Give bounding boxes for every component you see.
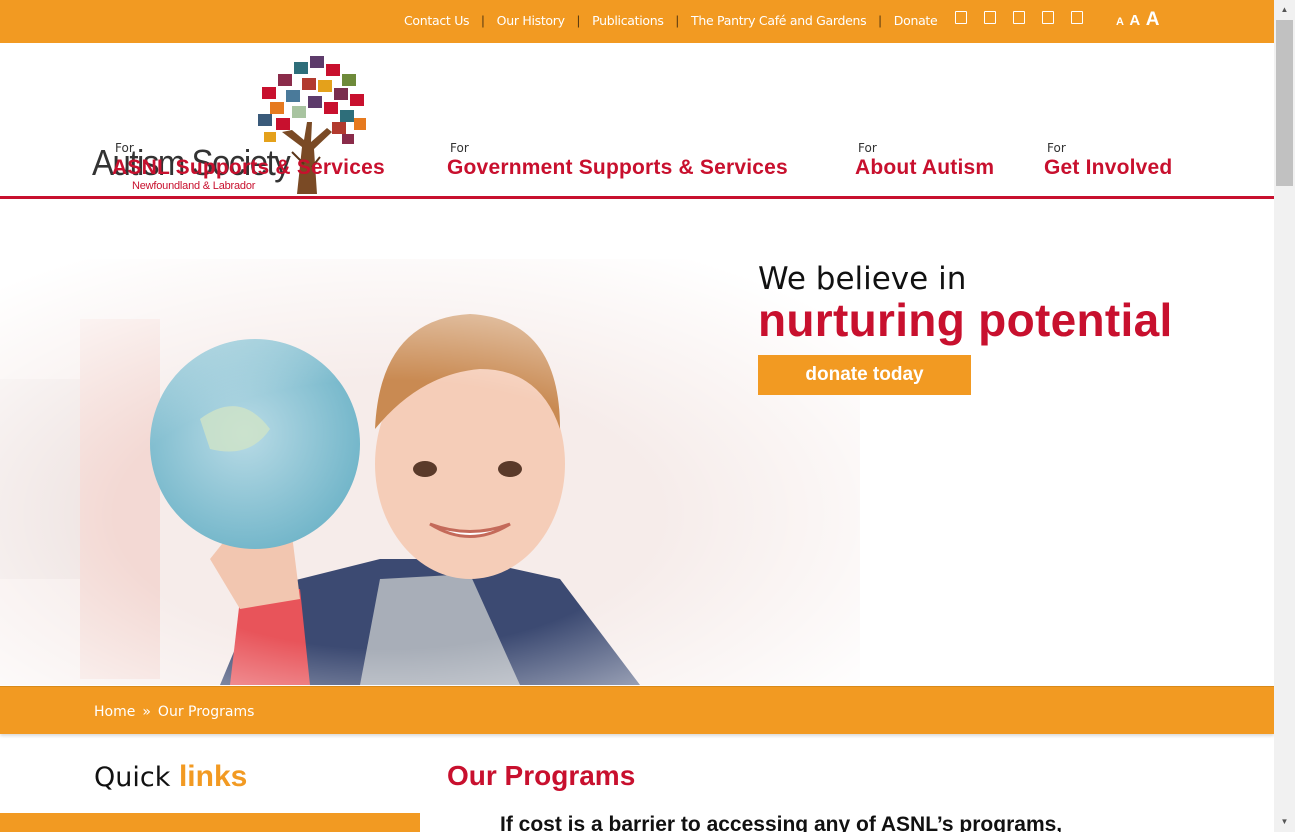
linkedin-icon[interactable] bbox=[1071, 11, 1083, 24]
hero-line-1: We believe in bbox=[758, 261, 967, 297]
font-size-small-button[interactable]: A bbox=[1116, 16, 1124, 28]
quick-links-plain: Quick bbox=[94, 762, 171, 793]
top-utility-bar: Contact Us | Our History | Publications … bbox=[0, 0, 1274, 43]
our-history-link[interactable]: Our History bbox=[497, 13, 565, 28]
nav-get-involved[interactable]: For Get Involved bbox=[1044, 141, 1172, 180]
intro-text: If cost is a barrier to accessing any of… bbox=[500, 813, 1063, 832]
pantry-cafe-link[interactable]: The Pantry Café and Gardens bbox=[691, 13, 867, 28]
nav-label: Get Involved bbox=[1044, 156, 1173, 179]
youtube-icon[interactable] bbox=[1042, 11, 1054, 24]
scroll-thumb[interactable] bbox=[1276, 20, 1293, 186]
scroll-up-arrow-icon[interactable]: ▲ bbox=[1274, 0, 1295, 20]
social-links bbox=[955, 11, 1083, 24]
nav-for-label: For bbox=[115, 141, 134, 155]
contact-us-link[interactable]: Contact Us bbox=[404, 13, 470, 28]
nav-asnl-supports[interactable]: For ASNL Supports & Services bbox=[112, 141, 385, 180]
nav-for-label: For bbox=[450, 141, 469, 155]
breadcrumb-separator: » bbox=[142, 704, 151, 720]
quick-links-accent: links bbox=[178, 760, 248, 793]
font-size-medium-button[interactable]: A bbox=[1129, 12, 1140, 29]
donate-link[interactable]: Donate bbox=[894, 13, 938, 28]
hero-photo bbox=[0, 259, 860, 685]
nav-label: Government Supports & Services bbox=[447, 156, 788, 179]
quick-links-heading: Quick links bbox=[94, 760, 247, 794]
top-links: Contact Us | Our History | Publications … bbox=[404, 13, 938, 28]
donate-today-button[interactable]: donate today bbox=[758, 355, 971, 395]
nav-government-supports[interactable]: For Government Supports & Services bbox=[447, 141, 788, 180]
publications-link[interactable]: Publications bbox=[592, 13, 664, 28]
breadcrumb-home-link[interactable]: Home bbox=[94, 704, 135, 720]
instagram-icon[interactable] bbox=[1013, 11, 1025, 24]
scroll-down-arrow-icon[interactable]: ▼ bbox=[1274, 812, 1295, 832]
font-size-controls: A A A bbox=[1116, 9, 1160, 31]
nav-for-label: For bbox=[858, 141, 877, 155]
breadcrumb: Home » Our Programs bbox=[94, 704, 254, 720]
divider: | bbox=[481, 13, 485, 28]
logo-subtitle: Newfoundland & Labrador bbox=[132, 180, 256, 192]
page-scrollbar[interactable]: ▲ ▼ bbox=[1274, 0, 1295, 832]
nav-label: ASNL Supports & Services bbox=[112, 156, 385, 179]
hero-line-2: nurturing potential bbox=[758, 294, 1173, 346]
font-size-large-button[interactable]: A bbox=[1146, 9, 1160, 31]
breadcrumb-current: Our Programs bbox=[157, 704, 255, 720]
nav-about-autism[interactable]: For About Autism bbox=[855, 141, 994, 180]
hero-banner: We believe in nurturing potential donate… bbox=[0, 199, 1274, 685]
divider: | bbox=[878, 13, 882, 28]
facebook-icon[interactable] bbox=[955, 11, 967, 24]
divider: | bbox=[576, 13, 581, 28]
nav-label: About Autism bbox=[855, 156, 995, 179]
site-header: Autism Society Newfoundland & Labrador F… bbox=[0, 43, 1274, 199]
page-title: Our Programs bbox=[447, 760, 636, 791]
twitter-icon[interactable] bbox=[984, 11, 996, 24]
hero-tagline: We believe in nurturing potential bbox=[758, 261, 1173, 347]
divider: | bbox=[675, 13, 680, 28]
quick-links-menu[interactable] bbox=[0, 813, 420, 832]
breadcrumb-bar: Home » Our Programs bbox=[0, 686, 1274, 734]
nav-for-label: For bbox=[1047, 141, 1066, 155]
